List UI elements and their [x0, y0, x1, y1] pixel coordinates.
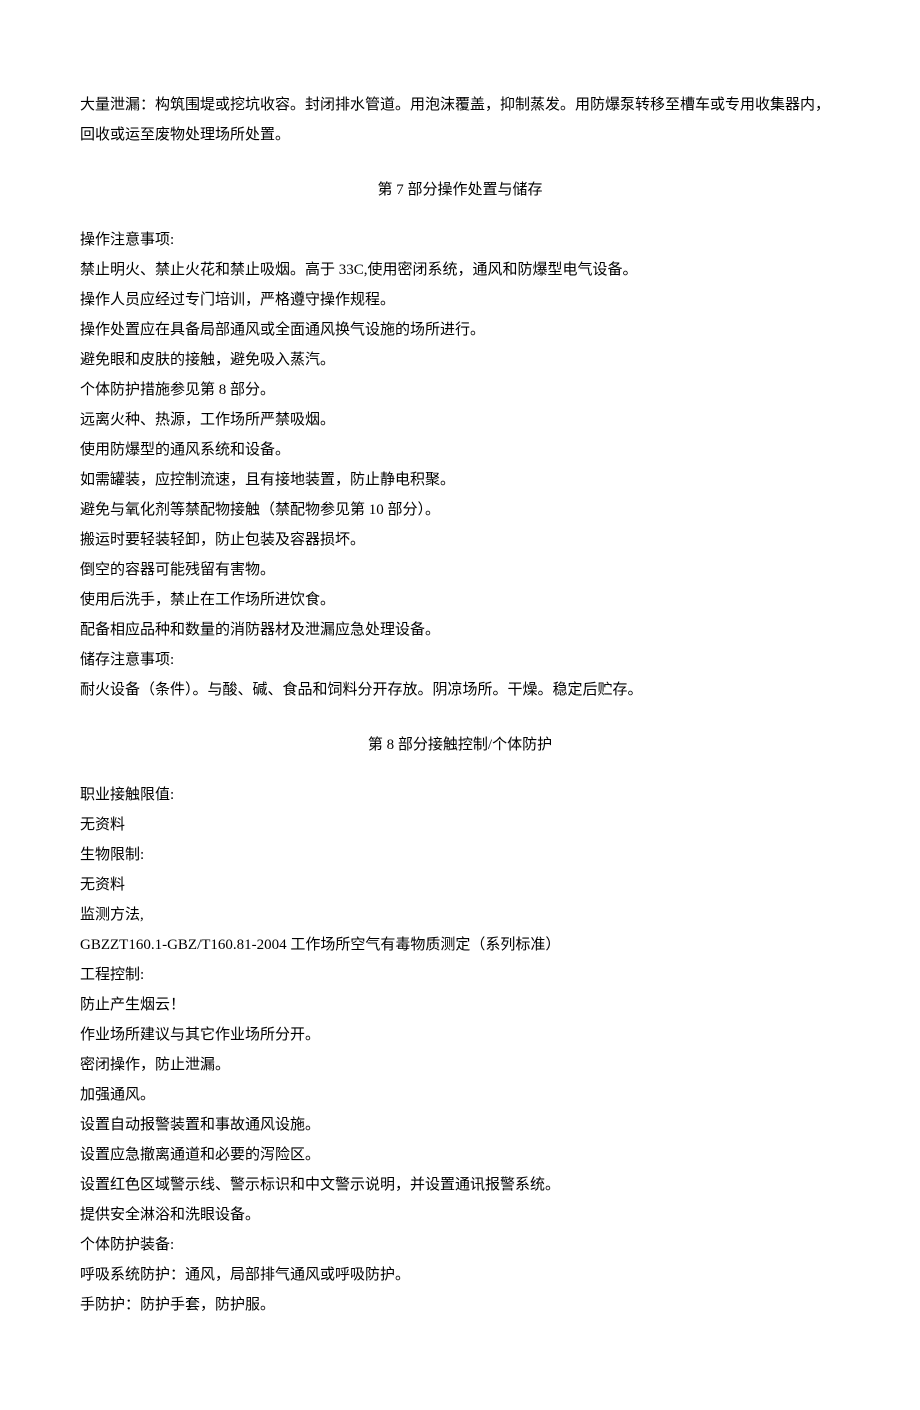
- text-line: 无资料: [80, 810, 840, 840]
- text-line: 操作处置应在具备局部通风或全面通风换气设施的场所进行。: [80, 315, 840, 345]
- text-line: 呼吸系统防护：通风，局部排气通风或呼吸防护。: [80, 1260, 840, 1290]
- text-line: 个体防护装备:: [80, 1230, 840, 1260]
- text-line: 手防护：防护手套，防护服。: [80, 1290, 840, 1320]
- intro-paragraph: 大量泄漏：构筑围堤或挖坑收容。封闭排水管道。用泡沫覆盖，抑制蒸发。用防爆泵转移至…: [80, 90, 840, 150]
- text-line: 耐火设备（条件）。与酸、碱、食品和饲料分开存放。阴凉场所。干燥。稳定后贮存。: [80, 675, 840, 705]
- text-line: 提供安全淋浴和洗眼设备。: [80, 1200, 840, 1230]
- text-line: 使用防爆型的通风系统和设备。: [80, 435, 840, 465]
- text-line: 工程控制:: [80, 960, 840, 990]
- text-line: 禁止明火、禁止火花和禁止吸烟。高于 33C,使用密闭系统，通风和防爆型电气设备。: [80, 255, 840, 285]
- text-line: 监测方法,: [80, 900, 840, 930]
- text-line: 避免眼和皮肤的接触，避免吸入蒸汽。: [80, 345, 840, 375]
- text-line: 设置应急撤离通道和必要的泻险区。: [80, 1140, 840, 1170]
- text-line: 使用后洗手，禁止在工作场所进饮食。: [80, 585, 840, 615]
- text-line: 生物限制:: [80, 840, 840, 870]
- text-line: 加强通风。: [80, 1080, 840, 1110]
- text-line: 倒空的容器可能残留有害物。: [80, 555, 840, 585]
- text-line: 配备相应品种和数量的消防器材及泄漏应急处理设备。: [80, 615, 840, 645]
- text-line: 操作人员应经过专门培训，严格遵守操作规程。: [80, 285, 840, 315]
- text-line: 作业场所建议与其它作业场所分开。: [80, 1020, 840, 1050]
- section-7-title: 第 7 部分操作处置与储存: [80, 175, 840, 205]
- text-line: 防止产生烟云！: [80, 990, 840, 1020]
- section-8-title: 第 8 部分接触控制/个体防护: [80, 730, 840, 760]
- text-line: 无资料: [80, 870, 840, 900]
- text-line: 避免与氧化剂等禁配物接触（禁配物参见第 10 部分）。: [80, 495, 840, 525]
- text-line: 操作注意事项:: [80, 225, 840, 255]
- text-line: 密闭操作，防止泄漏。: [80, 1050, 840, 1080]
- text-line: 设置自动报警装置和事故通风设施。: [80, 1110, 840, 1140]
- text-line: 设置红色区域警示线、警示标识和中文警示说明，并设置通讯报警系统。: [80, 1170, 840, 1200]
- text-line: 职业接触限值:: [80, 780, 840, 810]
- text-line: 远离火种、热源，工作场所严禁吸烟。: [80, 405, 840, 435]
- text-line: 个体防护措施参见第 8 部分。: [80, 375, 840, 405]
- section-8-content: 职业接触限值: 无资料 生物限制: 无资料 监测方法, GBZZT160.1-G…: [80, 780, 840, 1320]
- text-line: 储存注意事项:: [80, 645, 840, 675]
- text-line: 搬运时要轻装轻卸，防止包装及容器损坏。: [80, 525, 840, 555]
- text-line: GBZZT160.1-GBZ/T160.81-2004 工作场所空气有毒物质测定…: [80, 930, 840, 960]
- section-7-content: 操作注意事项: 禁止明火、禁止火花和禁止吸烟。高于 33C,使用密闭系统，通风和…: [80, 225, 840, 705]
- text-line: 如需罐装，应控制流速，且有接地装置，防止静电积聚。: [80, 465, 840, 495]
